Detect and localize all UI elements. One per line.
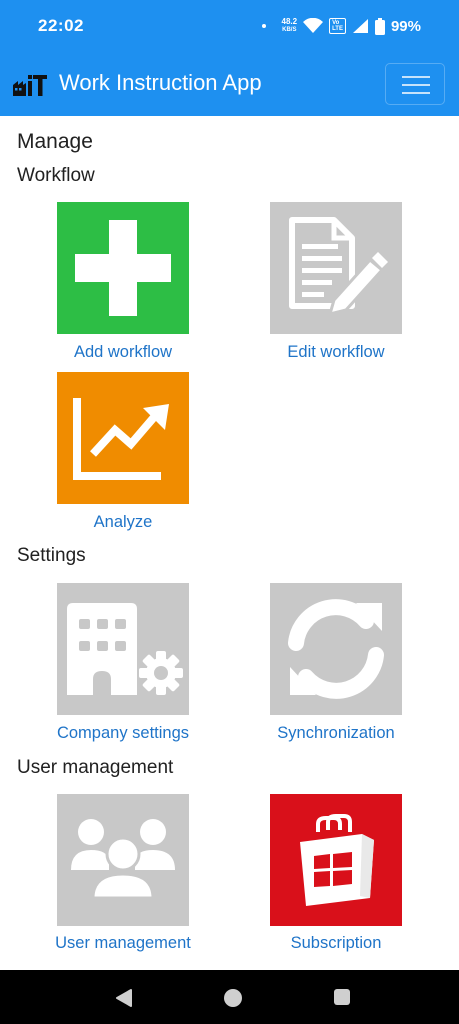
add-workflow-tile[interactable] [57, 202, 189, 334]
cell-signal-icon [352, 19, 368, 33]
company-settings-tile[interactable] [57, 583, 189, 715]
factory-logo-icon [13, 75, 47, 96]
status-icons: 48.2 KB/S Vo LTE 99% [261, 14, 421, 38]
recents-button[interactable] [333, 988, 351, 1006]
subscription-link[interactable]: Subscription [236, 934, 436, 953]
network-speed-indicator: 48.2 KB/S [282, 18, 298, 34]
notification-dot-icon [261, 24, 266, 28]
document-edit-icon [289, 217, 388, 317]
status-bar: 22:02 48.2 KB/S Vo LTE 99% [0, 0, 459, 53]
section-title-workflow: Workflow [17, 165, 95, 186]
menu-bar-line [402, 92, 430, 94]
network-speed-unit: KB/S [282, 27, 297, 33]
subscription-tile[interactable] [270, 794, 402, 926]
network-speed-value: 48.2 [281, 17, 298, 26]
section-title-user-management: User management [17, 757, 174, 778]
menu-bar-line [402, 76, 430, 78]
plus-icon [75, 220, 171, 316]
battery-icon [374, 17, 385, 35]
wifi-icon [303, 18, 324, 33]
edit-workflow-link[interactable]: Edit workflow [236, 343, 436, 362]
section-title-settings: Settings [17, 545, 86, 566]
company-settings-link[interactable]: Company settings [23, 724, 223, 743]
system-navigation-bar [0, 970, 459, 1024]
menu-bar-line [402, 84, 430, 86]
edit-workflow-tile[interactable] [270, 202, 402, 334]
store-bag-icon [300, 814, 374, 906]
trend-chart-icon [73, 398, 169, 480]
app-bar: Work Instruction App [0, 53, 459, 116]
user-management-tile[interactable] [57, 794, 189, 926]
add-workflow-link[interactable]: Add workflow [23, 343, 223, 362]
analyze-tile[interactable] [57, 372, 189, 504]
sync-icon [288, 599, 384, 699]
synchronization-link[interactable]: Synchronization [236, 724, 436, 743]
home-button[interactable] [222, 987, 244, 1009]
user-management-link[interactable]: User management [23, 934, 223, 953]
synchronization-tile[interactable] [270, 583, 402, 715]
battery-percent: 99% [390, 17, 421, 35]
page-heading: Manage [17, 130, 93, 153]
building-gear-icon [67, 603, 185, 697]
app-title: Work Instruction App [59, 70, 262, 95]
analyze-link[interactable]: Analyze [23, 513, 223, 532]
users-icon [71, 819, 175, 900]
volte-badge: Vo LTE [329, 18, 346, 34]
status-time: 22:02 [38, 16, 84, 35]
back-button[interactable] [114, 988, 134, 1008]
hamburger-menu-button[interactable] [385, 63, 445, 105]
